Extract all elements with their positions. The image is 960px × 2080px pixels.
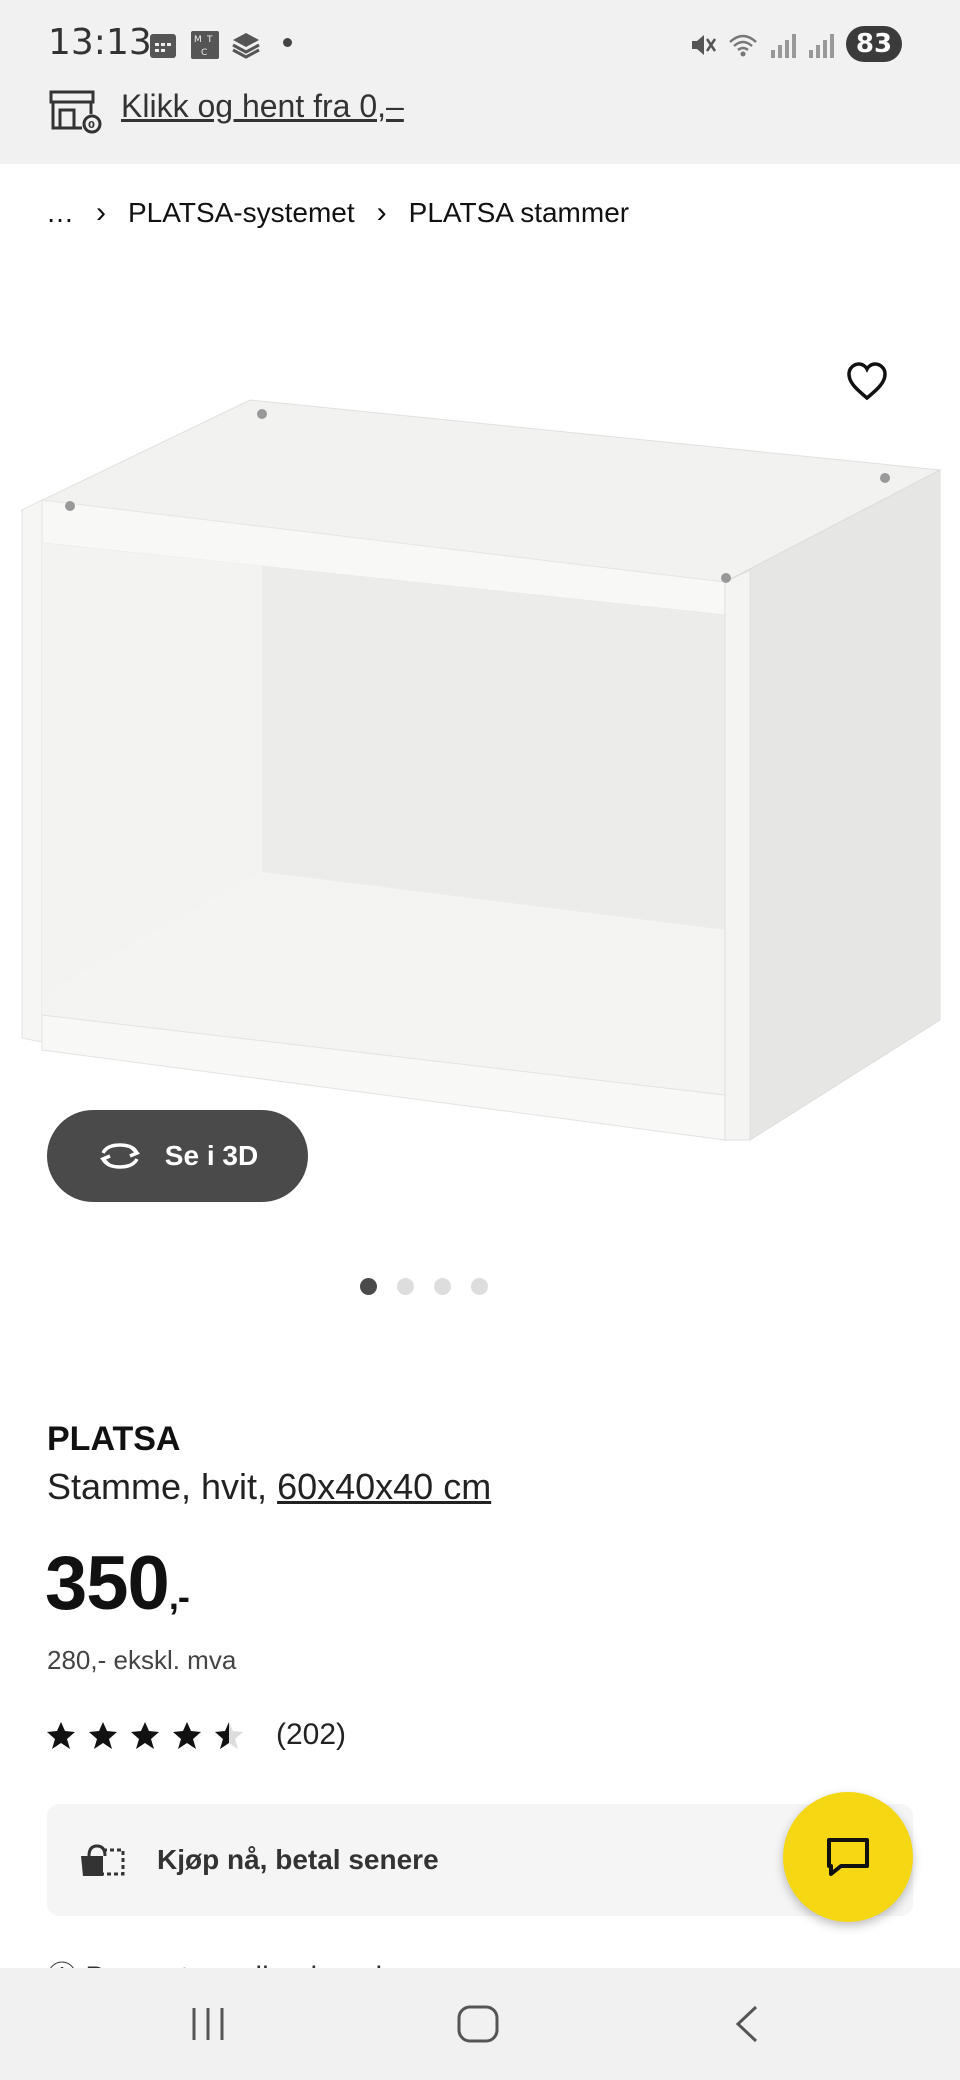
price-value: 350 — [45, 1541, 170, 1626]
calendar-icon — [150, 34, 176, 58]
rotate-icon — [99, 1143, 140, 1169]
product-description: Stamme, hvit, 60x40x40 cm — [47, 1466, 491, 1508]
product-name: PLATSA — [47, 1420, 181, 1458]
breadcrumb-ellipsis[interactable]: … — [46, 197, 74, 229]
star-icon — [131, 1722, 159, 1749]
promo-link[interactable]: Klikk og hent fra 0,– — [121, 88, 404, 125]
battery-indicator: 83 — [846, 26, 902, 62]
carousel-dot[interactable] — [397, 1278, 414, 1295]
stack-icon — [232, 33, 260, 59]
breadcrumb: … › PLATSA-systemet › PLATSA stammer — [46, 196, 651, 230]
carousel-dot[interactable] — [434, 1278, 451, 1295]
product-price: 350,- — [45, 1540, 190, 1627]
product-type: Stamme, hvit, — [47, 1466, 278, 1507]
star-icon — [89, 1722, 117, 1749]
wifi-icon — [729, 34, 757, 57]
product-image[interactable] — [0, 300, 960, 1200]
view-3d-label: Se i 3D — [164, 1140, 259, 1171]
svg-text:C: C — [201, 48, 207, 58]
carousel-dots — [0, 1278, 904, 1295]
svg-text:M: M — [194, 35, 202, 45]
signal-icon — [771, 34, 796, 58]
heart-icon[interactable] — [845, 360, 889, 404]
price-ex-vat: 280,- ekskl. mva — [47, 1645, 237, 1675]
system-nav-bar — [0, 1968, 960, 2080]
notification-dot — [283, 38, 292, 47]
rating-count: (202) — [276, 1718, 347, 1751]
chevron-right-icon: › — [376, 196, 387, 229]
product-dimensions-link[interactable]: 60x40x40 cm — [277, 1466, 491, 1507]
view-3d-button[interactable]: Se i 3D — [47, 1110, 308, 1202]
chat-button[interactable] — [783, 1792, 913, 1922]
product-rating[interactable]: (202) — [46, 1718, 346, 1752]
home-icon[interactable] — [456, 2004, 500, 2044]
price-suffix: ,- — [168, 1576, 190, 1617]
chevron-right-icon: › — [96, 196, 106, 229]
store-pickup-icon: 0 — [49, 90, 102, 134]
mute-icon — [692, 35, 717, 55]
back-icon[interactable] — [732, 2004, 762, 2044]
status-time: 13:13 — [48, 22, 152, 63]
breadcrumb-item-platsa-frames[interactable]: PLATSA stammer — [409, 197, 629, 229]
svg-text:T: T — [206, 35, 213, 45]
star-icon — [173, 1722, 201, 1749]
breadcrumb-item-platsa-system[interactable]: PLATSA-systemet — [128, 197, 355, 229]
carousel-dot[interactable] — [471, 1278, 488, 1295]
half-star-icon — [215, 1722, 243, 1749]
signal-r-icon — [809, 34, 834, 58]
carousel-dot[interactable] — [360, 1278, 377, 1295]
svg-text:0: 0 — [88, 120, 95, 131]
promo-bar[interactable]: 0 Klikk og hent fra 0,– — [0, 70, 960, 164]
installment-icon — [81, 1844, 125, 1876]
chat-icon — [827, 1838, 869, 1876]
recent-apps-icon[interactable] — [188, 2004, 228, 2044]
buy-now-label: Kjøp nå, betal senere — [157, 1844, 439, 1875]
mtc-icon: M T C — [191, 31, 219, 59]
star-icon — [47, 1722, 75, 1749]
